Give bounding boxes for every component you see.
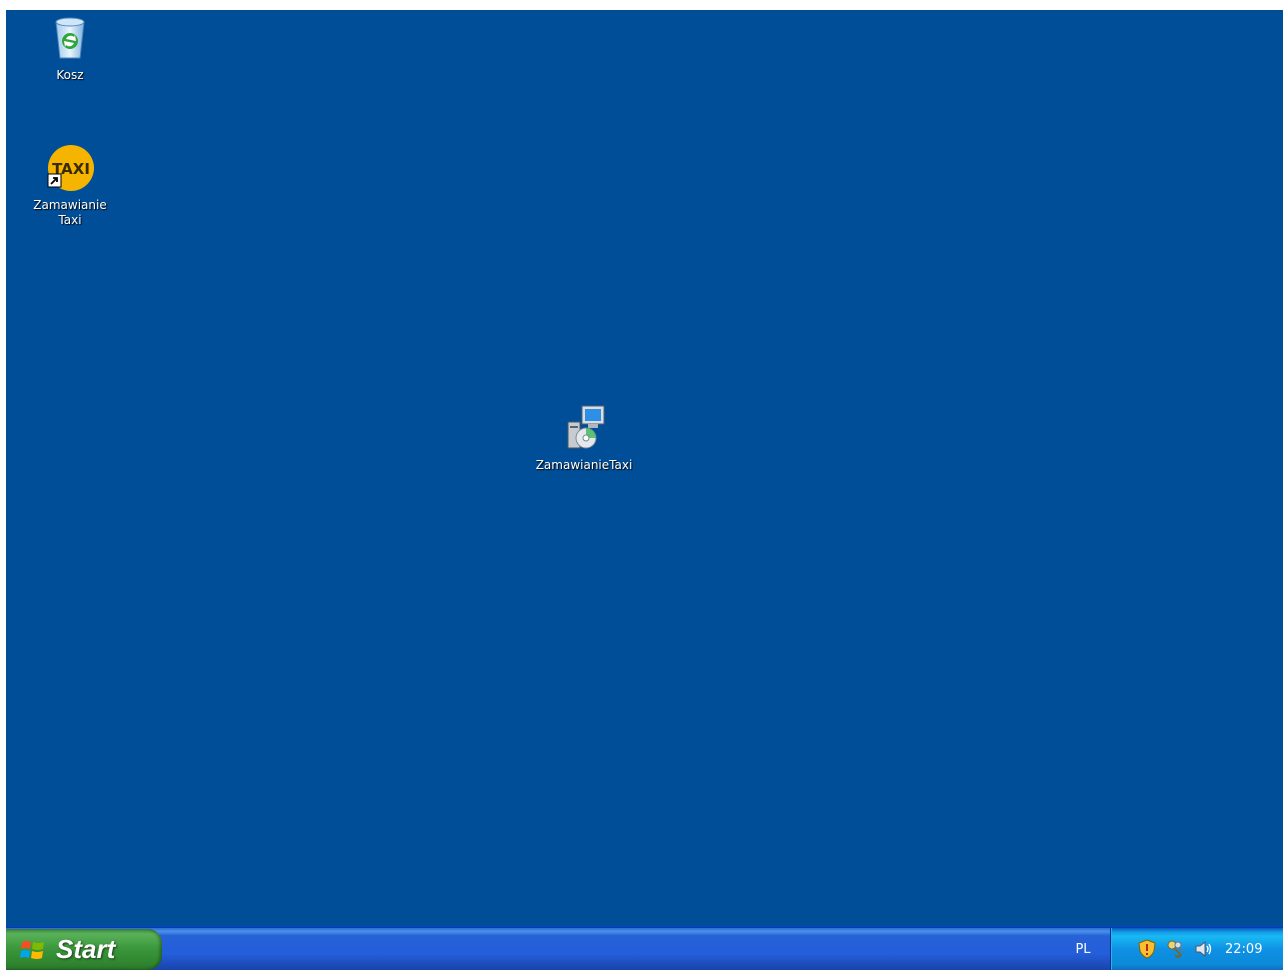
recycle-bin-icon: [46, 14, 94, 62]
taxi-shortcut-icon: TAXI: [46, 144, 94, 192]
desktop-icon-taxi-shortcut[interactable]: TAXI Zamawianie Taxi: [20, 144, 120, 228]
taskbar: Start PL 22:09: [6, 927, 1283, 970]
desktop[interactable]: Kosz TAXI Zamawianie Taxi ZamawianieTaxi…: [6, 10, 1283, 970]
installer-icon: [560, 404, 608, 452]
start-button[interactable]: Start: [6, 929, 162, 970]
desktop-icon-recycle-bin[interactable]: Kosz: [20, 14, 120, 83]
start-label: Start: [56, 934, 116, 964]
windows-logo-icon: [20, 938, 46, 962]
desktop-icon-label: Zamawianie Taxi: [33, 198, 107, 227]
desktop-icon-label: ZamawianieTaxi: [535, 458, 633, 472]
clock[interactable]: 22:09: [1225, 928, 1262, 970]
system-tray: 22:09: [1110, 928, 1283, 970]
volume-icon[interactable]: [1193, 939, 1213, 959]
network-keys-icon[interactable]: [1165, 939, 1185, 959]
desktop-icon-label: Kosz: [56, 68, 84, 82]
language-indicator[interactable]: PL: [1068, 928, 1098, 970]
desktop-icon-installer[interactable]: ZamawianieTaxi: [534, 404, 634, 473]
security-shield-icon[interactable]: [1137, 939, 1157, 959]
